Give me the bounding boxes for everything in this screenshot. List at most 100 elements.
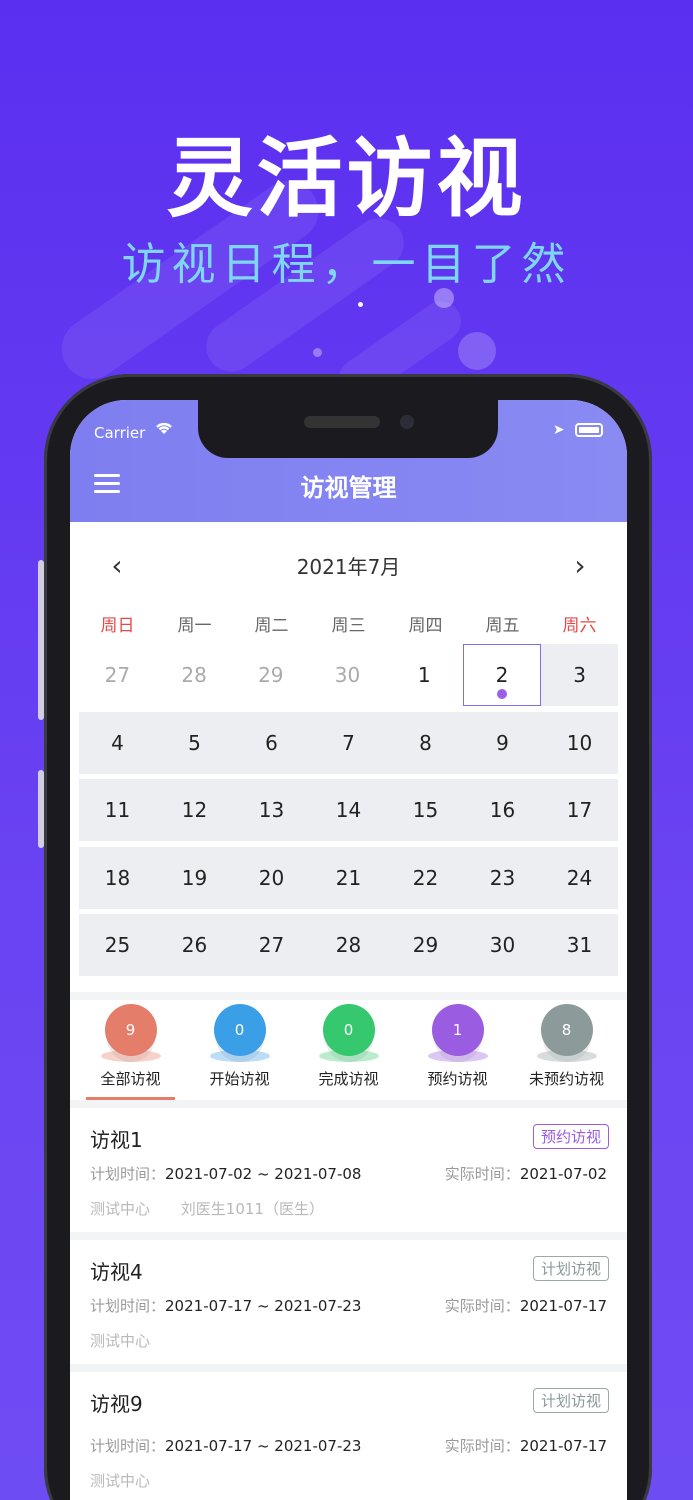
calendar-day[interactable]: 15 bbox=[387, 779, 464, 841]
calendar-day[interactable]: 22 bbox=[387, 846, 464, 909]
weekday-label: 周六 bbox=[562, 615, 597, 636]
calendar-week: 27 28 29 30 1 2 3 bbox=[79, 644, 619, 706]
filter-count-ball: 0 bbox=[322, 1003, 375, 1056]
calendar-day[interactable]: 9 bbox=[464, 711, 541, 774]
calendar-day[interactable]: 5 bbox=[156, 711, 233, 774]
visit-status-badge: 计划访视 bbox=[532, 1255, 609, 1281]
wifi-icon bbox=[154, 420, 174, 440]
visit-meta-row: 测试中心 刘医生1011（医生） bbox=[90, 1198, 607, 1219]
visit-center: 测试中心 bbox=[90, 1199, 151, 1218]
visit-status-badge: 计划访视 bbox=[532, 1387, 609, 1413]
actual-time-label: 实际时间： bbox=[444, 1296, 520, 1315]
visit-card[interactable]: 访视4 计划访视 计划时间：2021-07-17 ~ 2021-07-23 实际… bbox=[70, 1239, 627, 1364]
visit-name: 访视4 bbox=[90, 1259, 143, 1284]
calendar-day[interactable]: 28 bbox=[310, 914, 387, 976]
visit-meta-row: 测试中心 bbox=[90, 1330, 607, 1351]
visit-status-badge: 预约访视 bbox=[532, 1123, 609, 1149]
filter-count-ball: 9 bbox=[104, 1003, 157, 1056]
visit-time-row: 计划时间：2021-07-02 ~ 2021-07-08 实际时间：2021-0… bbox=[90, 1163, 607, 1184]
filter-unscheduled-visits[interactable]: 8 未预约访视 bbox=[512, 1000, 621, 1100]
calendar-day[interactable]: 11 bbox=[79, 779, 156, 841]
calendar-day[interactable]: 13 bbox=[233, 779, 310, 841]
actual-time-value: 2021-07-02 bbox=[519, 1164, 607, 1183]
calendar-week: 4 5 6 7 8 9 10 bbox=[79, 711, 618, 774]
background-dot bbox=[313, 348, 322, 357]
phone-notch bbox=[198, 400, 498, 458]
battery-icon bbox=[575, 423, 603, 437]
calendar: ‹ 2021年7月 › 周日 周一 周二 周三 周四 周五 周六 27 28 2… bbox=[70, 522, 627, 992]
calendar-day[interactable]: 14 bbox=[310, 779, 387, 841]
calendar-day[interactable]: 27 bbox=[233, 914, 310, 976]
filter-ball-base bbox=[209, 1049, 270, 1062]
chevron-right-icon[interactable]: › bbox=[570, 549, 590, 582]
calendar-day[interactable]: 20 bbox=[233, 846, 310, 909]
weekday-label: 周一 bbox=[177, 615, 212, 636]
calendar-day[interactable]: 1 bbox=[385, 644, 463, 706]
calendar-week: 25 26 27 28 29 30 31 bbox=[79, 914, 618, 976]
visit-center: 测试中心 bbox=[90, 1471, 151, 1490]
calendar-day[interactable]: 19 bbox=[156, 846, 233, 909]
calendar-day[interactable]: 12 bbox=[156, 779, 233, 841]
calendar-day[interactable]: 25 bbox=[79, 914, 156, 976]
status-right: ➤ bbox=[553, 422, 603, 438]
calendar-day[interactable]: 29 bbox=[232, 644, 310, 706]
plan-time-value: 2021-07-17 ~ 2021-07-23 bbox=[165, 1436, 362, 1455]
filter-all-visits[interactable]: 9 全部访视 bbox=[76, 1000, 185, 1100]
weekday-label: 周二 bbox=[254, 615, 289, 636]
weekday-label: 周日 bbox=[100, 615, 135, 636]
page-title: 访视管理 bbox=[300, 474, 397, 502]
calendar-day[interactable]: 24 bbox=[541, 846, 618, 909]
calendar-day[interactable]: 23 bbox=[464, 846, 541, 909]
calendar-grid: 27 28 29 30 1 2 3 4 5 6 7 8 9 10 11 12 1… bbox=[79, 644, 619, 976]
calendar-month-label: 2021年7月 bbox=[296, 554, 401, 579]
calendar-day[interactable]: 26 bbox=[156, 914, 233, 976]
calendar-day[interactable]: 30 bbox=[464, 914, 541, 976]
actual-time-label: 实际时间： bbox=[444, 1164, 520, 1183]
calendar-day[interactable]: 10 bbox=[541, 711, 618, 774]
camera-icon bbox=[400, 415, 414, 429]
chevron-left-icon[interactable]: ‹ bbox=[107, 549, 127, 582]
calendar-day[interactable]: 16 bbox=[464, 779, 541, 841]
visit-card[interactable]: 访视9 计划访视 计划时间：2021-07-17 ~ 2021-07-23 实际… bbox=[70, 1371, 627, 1500]
calendar-day[interactable]: 3 bbox=[541, 644, 619, 706]
calendar-day[interactable]: 18 bbox=[79, 846, 156, 909]
calendar-day[interactable]: 8 bbox=[387, 711, 464, 774]
visit-card[interactable]: 访视1 预约访视 计划时间：2021-07-02 ~ 2021-07-08 实际… bbox=[70, 1107, 627, 1232]
filter-ball-base bbox=[427, 1049, 488, 1062]
filter-started-visits[interactable]: 0 开始访视 bbox=[185, 1000, 294, 1100]
visit-name: 访视9 bbox=[90, 1391, 143, 1416]
filter-count-ball: 0 bbox=[213, 1003, 266, 1056]
plan-time-label: 计划时间： bbox=[90, 1296, 166, 1315]
plan-time-label: 计划时间： bbox=[90, 1164, 166, 1183]
filter-ball-base bbox=[318, 1049, 379, 1062]
visit-filter-bar: 9 全部访视 0 开始访视 0 完成访视 1 预约访视 8 未预约访视 bbox=[70, 999, 627, 1100]
calendar-day[interactable]: 29 bbox=[387, 914, 464, 976]
calendar-day[interactable]: 30 bbox=[309, 644, 386, 706]
actual-time-value: 2021-07-17 bbox=[519, 1436, 607, 1455]
filter-scheduled-visits[interactable]: 1 预约访视 bbox=[403, 1000, 512, 1100]
calendar-header: ‹ 2021年7月 › bbox=[79, 522, 618, 608]
plan-time-value: 2021-07-02 ~ 2021-07-08 bbox=[165, 1164, 362, 1183]
filter-count: 8 bbox=[561, 1020, 572, 1039]
visit-meta-row: 测试中心 bbox=[90, 1470, 607, 1491]
calendar-day[interactable]: 28 bbox=[155, 644, 233, 706]
hero-title: 灵活访视 bbox=[166, 129, 527, 229]
calendar-day[interactable]: 7 bbox=[310, 711, 387, 774]
filter-completed-visits[interactable]: 0 完成访视 bbox=[294, 1000, 403, 1100]
visit-center: 测试中心 bbox=[90, 1331, 151, 1350]
filter-count: 1 bbox=[452, 1020, 463, 1039]
calendar-day-selected[interactable]: 2 bbox=[462, 644, 542, 706]
calendar-day[interactable]: 21 bbox=[310, 846, 387, 909]
plan-time-label: 计划时间： bbox=[90, 1436, 166, 1455]
calendar-day[interactable]: 31 bbox=[541, 914, 618, 976]
background-dot bbox=[458, 332, 496, 370]
weekday-label: 周四 bbox=[408, 615, 443, 636]
filter-ball-base bbox=[536, 1049, 597, 1062]
calendar-day[interactable]: 4 bbox=[79, 711, 156, 774]
filter-count: 0 bbox=[234, 1020, 245, 1039]
calendar-day[interactable]: 17 bbox=[541, 779, 618, 841]
calendar-day[interactable]: 6 bbox=[233, 711, 310, 774]
calendar-day[interactable]: 27 bbox=[79, 644, 156, 706]
filter-count: 9 bbox=[125, 1020, 136, 1039]
speaker-grille bbox=[304, 416, 380, 428]
